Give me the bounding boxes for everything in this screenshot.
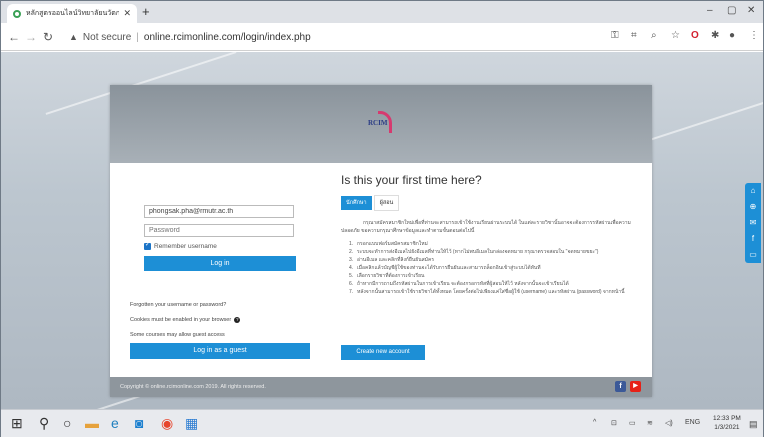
chrome-icon[interactable]: ◉ [161, 415, 173, 431]
password-input[interactable] [144, 224, 294, 237]
language-indicator[interactable]: ENG [685, 419, 700, 426]
url-text[interactable]: online.rcimonline.com/login/index.php [144, 32, 311, 43]
chevron-up-icon[interactable]: ^ [593, 419, 596, 426]
browser-tab[interactable]: หลักสูตรออนไลน์วิทยาลัยนวัตกรรมการ ✕ [7, 4, 137, 23]
list-item: 6. ถ้าหากมีการถามถึงรหัสผ่านในการเข้าเรีย… [349, 281, 569, 287]
clock-date: 1/3/2021 [714, 424, 740, 431]
translate-icon[interactable]: ⌗ [631, 30, 637, 41]
steps-list: 1. กรอกแบบฟอร์มสมัครสมาชิกใหม่ 2. ระบบจะทำ… [341, 240, 641, 296]
back-arrow-icon[interactable]: ← [8, 30, 20, 44]
facebook-icon[interactable]: f [745, 231, 761, 247]
login-form: Remember username Log in [140, 205, 326, 271]
tab-student[interactable]: นักศึกษา [341, 196, 372, 210]
wifi-icon[interactable]: ≋ [647, 419, 653, 427]
file-explorer-icon[interactable]: ▬ [85, 415, 99, 431]
profile-icon[interactable]: ● [729, 30, 735, 41]
role-tabs: นักศึกษา ผู้สอน [341, 195, 641, 211]
mail-icon[interactable]: ✉ [745, 215, 761, 231]
zoom-icon[interactable]: ⌕ [651, 30, 657, 41]
notification-icon[interactable]: ▤ [749, 419, 758, 430]
add-icon[interactable]: ⊕ [745, 199, 761, 215]
home-icon[interactable]: ⌂ [745, 183, 761, 199]
windows-taskbar: ⊞ ⚲ ○ ▬ e ◙ ◉ ▦ ^ ⊡ ▭ ≋ ◁) ENG 12:33 PM … [1, 409, 763, 437]
copyright-text: Copyright © online.rcimonline.com 2019. … [120, 384, 266, 390]
list-item: 7. หลังจากนั้นสามารถเข้าใช้รายวิชาได้ทั้ง… [349, 289, 625, 295]
mobile-icon[interactable]: ▭ [745, 247, 761, 263]
url-field[interactable]: ▲ Not secure | online.rcimonline.com/log… [69, 27, 629, 47]
remember-username[interactable]: Remember username [144, 241, 326, 250]
search-icon[interactable]: ⚲ [39, 415, 49, 431]
list-item: 1. กรอกแบบฟอร์มสมัครสมาชิกใหม่ [349, 241, 428, 247]
edge-icon[interactable]: e [111, 415, 119, 431]
browser-window: หลักสูตรออนไลน์วิทยาลัยนวัตกรรมการ ✕ + –… [0, 0, 764, 437]
remember-checkbox[interactable] [144, 241, 151, 250]
forgot-password-link[interactable]: Forgotten your username or password? [130, 302, 226, 308]
login-links: Forgotten your username or password? Coo… [130, 302, 241, 347]
volume-icon[interactable]: ◁) [665, 419, 673, 427]
cookies-text: Cookies must be enabled in your browser [130, 317, 232, 323]
tab-teacher[interactable]: ผู้สอน [373, 195, 400, 211]
clock-time: 12:33 PM [713, 415, 741, 422]
remember-label: Remember username [154, 243, 217, 250]
maximize-button[interactable]: ▢ [727, 5, 736, 16]
key-icon[interactable]: ⚿ [611, 30, 619, 41]
forward-arrow-icon[interactable]: → [25, 30, 37, 44]
facebook-icon[interactable]: f [615, 381, 626, 392]
create-account-button[interactable]: Create new account [341, 345, 425, 360]
list-item: 4. เมื่อคลิกแล้วบัญชีผู้ใช้ของท่านจะได้รั… [349, 265, 541, 271]
close-window-button[interactable]: ✕ [747, 5, 755, 16]
photos-icon[interactable]: ▦ [185, 415, 198, 431]
login-card: RCIM Remember username Log in Forgotten … [110, 85, 652, 397]
list-item: 5. เลือกรายวิชาที่ต้องการเข้าเรียน [349, 273, 425, 279]
not-secure-label[interactable]: Not secure [83, 32, 131, 43]
floating-sidebar: ⌂ ⊕ ✉ f ▭ [745, 183, 761, 263]
windows-start-icon[interactable]: ⊞ [11, 415, 23, 431]
task-view-icon[interactable]: ○ [63, 415, 71, 431]
site-favicon-icon [13, 9, 21, 18]
tab-title: หลักสูตรออนไลน์วิทยาลัยนวัตกรรมการ [26, 10, 120, 17]
minimize-button[interactable]: – [707, 5, 713, 16]
rcim-logo[interactable]: RCIM [366, 111, 396, 137]
warning-icon: ▲ [69, 32, 78, 42]
login-button[interactable]: Log in [144, 256, 296, 271]
logo-swoosh [378, 111, 392, 133]
intro-text: กรุณาสมัครสมาชิกใหม่เพื่อที่ท่านจะสามารถ… [341, 220, 631, 234]
battery-icon[interactable]: ▭ [629, 419, 636, 427]
tab-strip: หลักสูตรออนไลน์วิทยาลัยนวัตกรรมการ ✕ + –… [1, 1, 763, 23]
guest-login-button[interactable]: Log in as a guest [130, 343, 310, 359]
new-tab-button[interactable]: + [142, 4, 150, 20]
username-input[interactable] [144, 205, 294, 218]
help-icon[interactable]: ? [234, 317, 241, 323]
menu-icon[interactable]: ⋮ [749, 30, 759, 41]
reload-icon[interactable]: ↻ [43, 30, 53, 44]
star-icon[interactable]: ☆ [671, 30, 680, 41]
list-item: 3. อ่านอีเมล และคลิกที่ลิงก์ยืนยันสมัคร [349, 257, 434, 263]
store-icon[interactable]: ◙ [135, 415, 143, 431]
page-background: RCIM Remember username Log in Forgotten … [1, 52, 763, 409]
separator: | [136, 31, 139, 43]
first-time-heading: Is this your first time here? [341, 173, 482, 187]
site-banner: RCIM [110, 85, 652, 163]
first-time-section: Is this your first time here? นักศึกษา ผ… [341, 173, 641, 296]
youtube-icon[interactable]: ▶ [630, 381, 641, 392]
extensions-icon[interactable]: ✱ [711, 30, 719, 41]
guest-access-text: Some courses may allow guest access [130, 332, 225, 338]
tab-close-icon[interactable]: ✕ [123, 8, 131, 19]
address-bar: ← → ↻ ▲ Not secure | online.rcimonline.c… [1, 23, 763, 51]
site-footer: Copyright © online.rcimonline.com 2019. … [110, 377, 652, 397]
network-icon[interactable]: ⊡ [611, 419, 617, 427]
opera-icon[interactable]: O [691, 30, 699, 41]
system-clock[interactable]: 12:33 PM 1/3/2021 [713, 414, 741, 432]
list-item: 2. ระบบจะทำการส่งอีเมลไปยังอีเมลที่ท่านให… [349, 249, 599, 255]
